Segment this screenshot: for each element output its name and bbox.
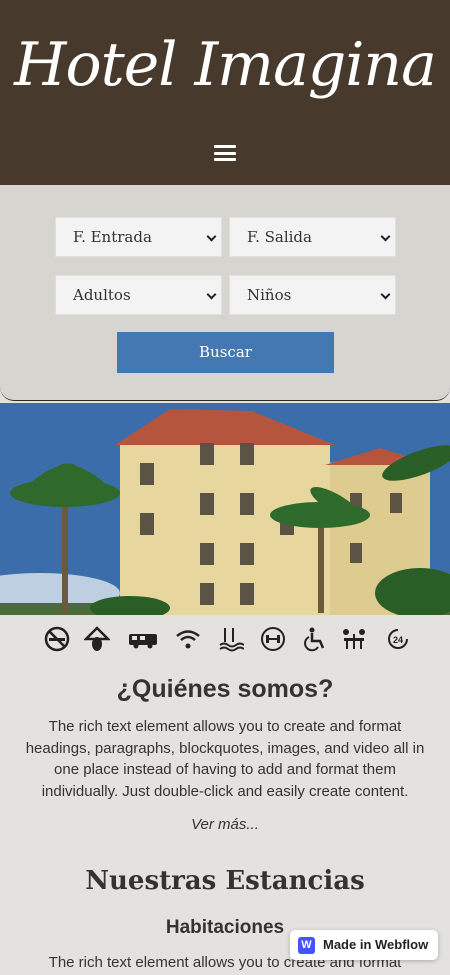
no-smoking-icon [44, 626, 70, 652]
amenities-bar: 24 [44, 626, 408, 656]
restaurant-icon [343, 629, 365, 649]
adults-select[interactable]: Adultos [55, 275, 222, 315]
children-label: Niños [247, 286, 292, 304]
about-title: ¿Quiénes somos? [116, 675, 334, 703]
site-header: Hotel Imagina [0, 0, 450, 185]
ver-mas-link[interactable]: Ver más... [0, 816, 450, 833]
hotel-hero-image [0, 403, 450, 615]
checkout-select[interactable]: F. Salida [229, 217, 396, 257]
about-text: The rich text element allows you to crea… [25, 718, 425, 801]
search-button[interactable]: Buscar [117, 332, 334, 373]
chevron-down-icon [380, 289, 391, 300]
hotel-logo[interactable]: Hotel Imagina [0, 30, 450, 100]
hamburger-menu-icon[interactable] [214, 145, 236, 161]
wifi-icon [176, 630, 200, 649]
booking-form: F. Entrada F. Salida Adultos Niños Busca… [0, 185, 450, 401]
webflow-logo-icon: W [298, 937, 315, 954]
chevron-down-icon [206, 289, 217, 300]
accessible-icon [304, 627, 325, 652]
chevron-down-icon [206, 231, 217, 242]
svg-text:24: 24 [393, 635, 403, 645]
shuttle-bus-icon [129, 634, 157, 649]
gym-icon [261, 627, 285, 651]
pet-friendly-icon [84, 626, 110, 651]
webflow-badge[interactable]: W Made in Webflow [290, 930, 438, 960]
children-select[interactable]: Niños [229, 275, 396, 315]
webflow-badge-label: Made in Webflow [323, 937, 429, 952]
24h-service-icon: 24 [388, 629, 408, 649]
checkout-label: F. Salida [247, 228, 312, 246]
chevron-down-icon [380, 231, 391, 242]
rooms-title: Nuestras Estancias [85, 866, 365, 896]
pool-icon [219, 628, 244, 652]
checkin-label: F. Entrada [73, 228, 152, 246]
adults-label: Adultos [73, 286, 131, 304]
checkin-select[interactable]: F. Entrada [55, 217, 222, 257]
